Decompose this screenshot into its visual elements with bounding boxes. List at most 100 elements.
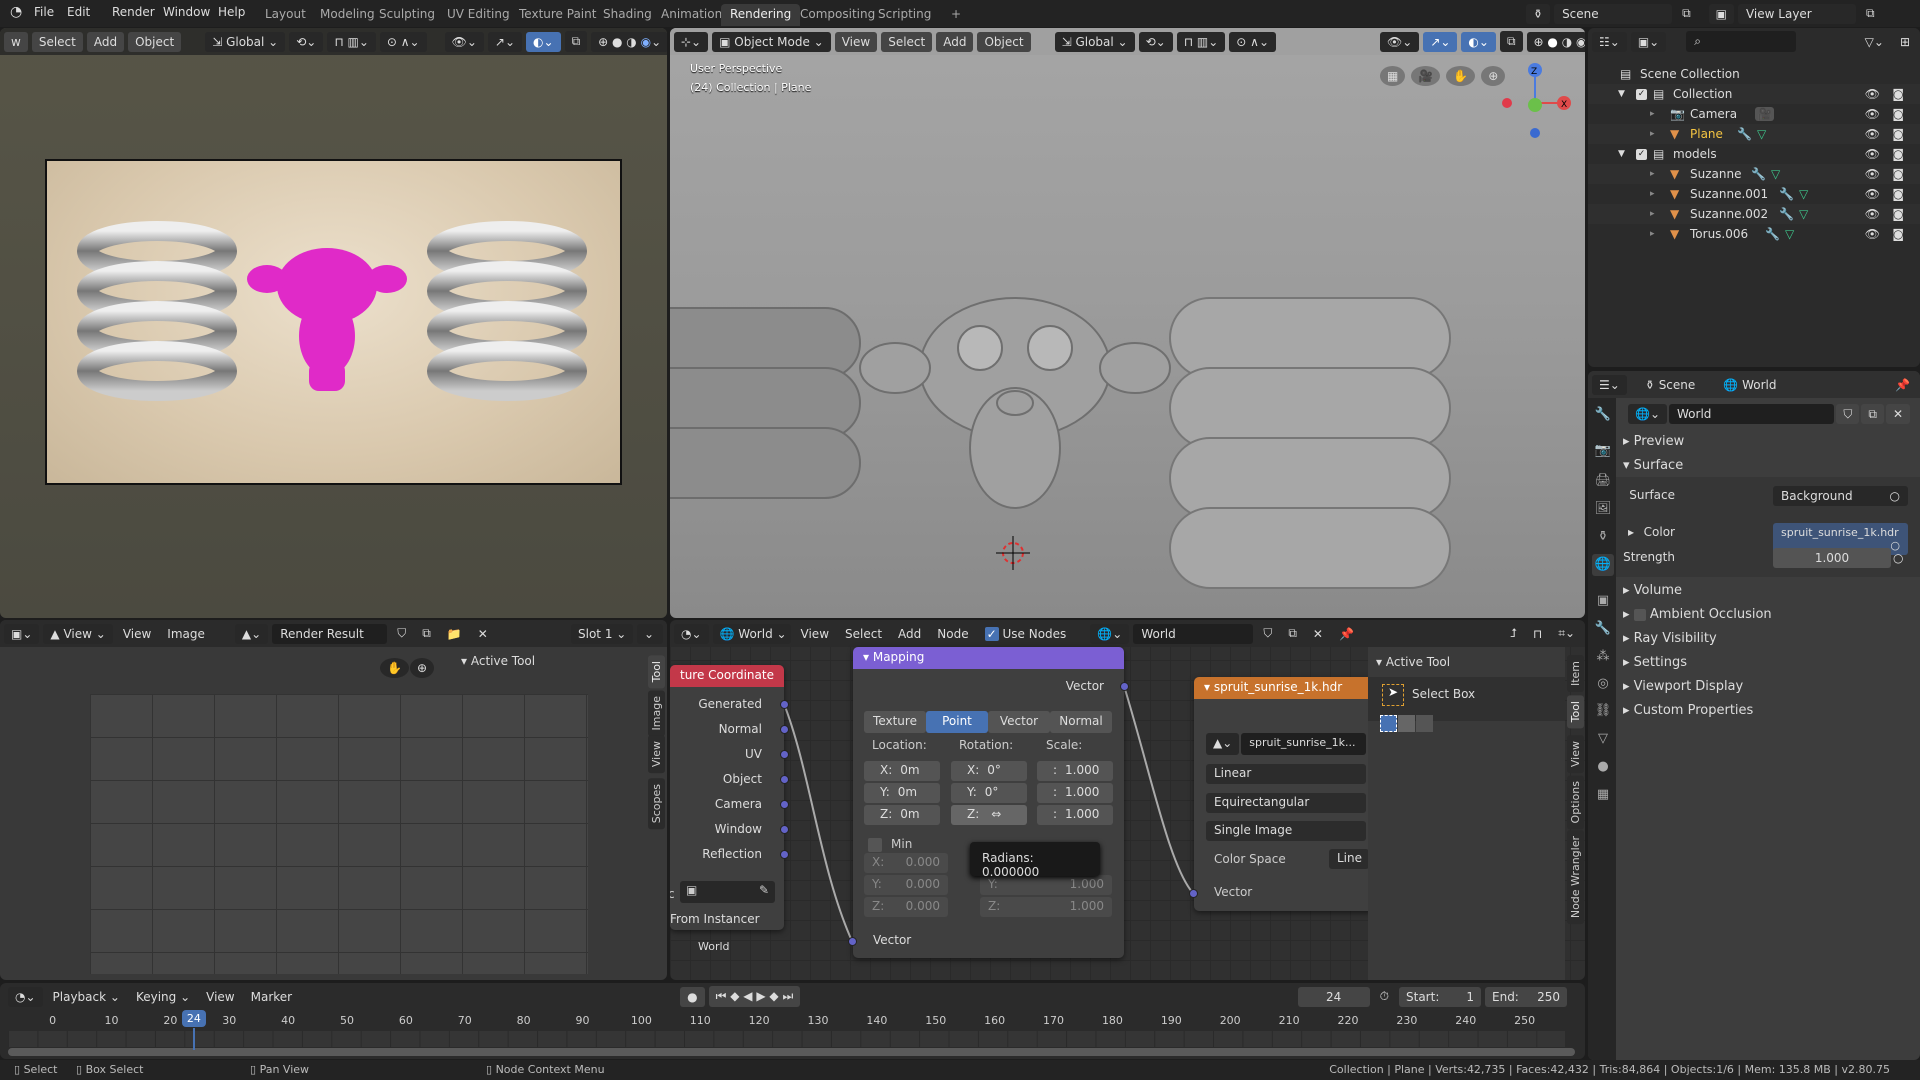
- mapping-scale-y-field[interactable]: :1.000: [1037, 783, 1113, 803]
- editor-type-icon[interactable]: ⊹⌄: [674, 31, 709, 52]
- camera-viewport[interactable]: w Select Add Object ⇲ Global ⌄ ⟲⌄ ⊓ ▥⌄ ⊙…: [0, 28, 667, 618]
- left-menu-select[interactable]: Select: [31, 31, 83, 52]
- physics-icon[interactable]: ◎: [1592, 673, 1614, 695]
- view-layer-icon[interactable]: 🖼: [1592, 498, 1614, 520]
- outliner-row[interactable]: ▸ ▼ Torus.006 🔧 ▽ 👁 ◙: [1588, 224, 1920, 244]
- outliner-item-label[interactable]: Scene Collection: [1640, 67, 1740, 81]
- start-frame-field[interactable]: Start: 1: [1399, 986, 1481, 1007]
- navigation-gizmo[interactable]: Z X: [1490, 58, 1580, 138]
- image-node-image-field[interactable]: spruit_sunrise_1k...: [1241, 733, 1366, 755]
- ao-checkbox[interactable]: [1633, 608, 1646, 621]
- mesh-data-icon[interactable]: ▽: [1799, 207, 1808, 221]
- menu-window[interactable]: Window: [163, 5, 210, 19]
- expand-arrow-icon[interactable]: ▸: [1650, 229, 1655, 239]
- outliner-item-label[interactable]: Torus.006: [1690, 227, 1748, 241]
- outliner-item-label[interactable]: Plane: [1690, 127, 1723, 141]
- overlay-icon[interactable]: ◐⌄: [1461, 31, 1496, 52]
- modifier-wrench-icon[interactable]: 🔧: [1765, 227, 1780, 241]
- visibility-eye-icon[interactable]: 👁: [1865, 187, 1880, 201]
- tex-coord-output-socket-reflection[interactable]: [780, 850, 789, 859]
- panel-custom-properties[interactable]: ▸ Custom Properties: [1623, 703, 1753, 718]
- mapping-min-z-field[interactable]: Z: 0.000: [864, 897, 948, 917]
- render-camera-icon[interactable]: ◙: [1892, 227, 1904, 241]
- filter-icon[interactable]: ▽⌄: [1859, 32, 1890, 52]
- grid-view-icon[interactable]: ▦: [1380, 66, 1406, 86]
- image-vector-input-socket[interactable]: [1189, 889, 1198, 898]
- image-sidebar-tab-scopes[interactable]: Scopes: [648, 778, 665, 830]
- unlink-world-icon[interactable]: ✕: [1885, 404, 1910, 424]
- particles-icon[interactable]: ⁂: [1592, 646, 1614, 668]
- viewport-menu-select[interactable]: Select: [881, 31, 933, 52]
- render-camera-icon[interactable]: ◙: [1892, 187, 1904, 201]
- menu-help[interactable]: Help: [218, 5, 245, 19]
- panel-settings[interactable]: ▸ Settings: [1623, 655, 1687, 670]
- visibility-eye-icon[interactable]: 👁: [1865, 87, 1880, 101]
- collection-checkbox[interactable]: ✓: [1636, 88, 1647, 100]
- render-camera-icon[interactable]: ◙: [1892, 107, 1904, 121]
- workspace-tab-animation[interactable]: Animation: [652, 4, 731, 26]
- mode-dropdown[interactable]: ▣ Object Mode ⌄: [712, 31, 831, 52]
- timeline-menu-view[interactable]: View: [200, 987, 240, 1007]
- expand-arrow-icon[interactable]: ▸: [1650, 109, 1655, 119]
- duplicate-world-icon[interactable]: ⧉: [1861, 404, 1884, 424]
- tex-coord-output-socket-uv[interactable]: [780, 750, 789, 759]
- left-menu-view[interactable]: w: [4, 31, 28, 52]
- mapping-type-texture[interactable]: Texture: [864, 711, 926, 733]
- proportional-icon[interactable]: ⊙ ∧⌄: [1229, 31, 1277, 52]
- image-editor[interactable]: ▣⌄ ▲ View ⌄ View Image ▲⌄ Render Result …: [0, 620, 667, 980]
- panel-viewport-display[interactable]: ▸ Viewport Display: [1623, 679, 1743, 694]
- mapping-type-point[interactable]: Point: [926, 711, 988, 733]
- image-node-header[interactable]: ▾ spruit_sunrise_1k.hdr: [1194, 677, 1374, 699]
- pan-hand-icon[interactable]: ✋: [1446, 66, 1476, 86]
- tex-coord-output-socket-generated[interactable]: [780, 700, 789, 709]
- mapping-location-z-field[interactable]: Z: 0m: [864, 805, 940, 825]
- gizmo-neg-z[interactable]: [1530, 128, 1540, 138]
- node-sidebar-tab-options[interactable]: Options: [1567, 775, 1584, 830]
- xray-icon[interactable]: ⧉: [564, 31, 588, 52]
- camera-view-icon[interactable]: 🎥: [1411, 66, 1441, 86]
- strength-field[interactable]: 1.000: [1773, 548, 1891, 568]
- gizmo-neg-x[interactable]: [1502, 98, 1512, 108]
- menu-render[interactable]: Render: [112, 5, 155, 19]
- pivot-icon[interactable]: ⟲⌄: [289, 31, 324, 52]
- workspace-tab-sculpting[interactable]: Sculpting: [370, 4, 444, 26]
- mesh-data-icon[interactable]: ▽: [1785, 227, 1794, 241]
- mapping-min-x-field[interactable]: X: 0.000: [864, 853, 948, 873]
- timeline-menu-playback[interactable]: Playback ⌄: [47, 987, 126, 1007]
- new-view-layer-icon[interactable]: ⧉: [1860, 3, 1881, 24]
- playhead-line[interactable]: [192, 1028, 195, 1050]
- timeline-menu-keying[interactable]: Keying ⌄: [130, 987, 196, 1007]
- expand-arrow-icon[interactable]: ▸: [1650, 189, 1655, 199]
- workspace-tab-texture-paint[interactable]: Texture Paint: [510, 4, 605, 26]
- visibility-icon[interactable]: 👁⌄: [444, 31, 484, 52]
- outliner-row[interactable]: ▸ ▼ Plane 🔧 ▽ 👁 ◙: [1588, 124, 1920, 144]
- mapping-type-normal[interactable]: Normal: [1050, 711, 1112, 733]
- slot-dropdown[interactable]: Slot 1 ⌄: [571, 623, 633, 644]
- outliner-row[interactable]: ▸ ▼ Suzanne.002 🔧 ▽ 👁 ◙: [1588, 204, 1920, 224]
- image-browse-icon[interactable]: ▲⌄: [234, 623, 269, 644]
- min-checkbox[interactable]: [868, 838, 882, 852]
- mapping-scale-x-field[interactable]: :1.000: [1037, 761, 1113, 781]
- timeline-track[interactable]: [8, 1031, 1565, 1047]
- image-sidebar-tab-view[interactable]: View: [648, 735, 665, 774]
- outliner-row[interactable]: ▼ ✓ ▤ models 👁 ◙: [1588, 144, 1920, 164]
- open-image-icon[interactable]: 📁: [441, 624, 468, 644]
- prev-keyframe-icon[interactable]: ◆: [730, 989, 739, 1003]
- orientation-dropdown[interactable]: ⇲ Global ⌄: [1054, 31, 1135, 52]
- mapping-location-x-field[interactable]: X: 0m: [864, 761, 940, 781]
- constraints-icon[interactable]: ⛓: [1592, 700, 1614, 722]
- panel-surface[interactable]: ▾ Surface: [1623, 458, 1683, 473]
- workspace-tab-shading[interactable]: Shading: [594, 4, 661, 26]
- world-name-field[interactable]: World: [1669, 404, 1835, 424]
- modifier-icon[interactable]: 🔧: [1592, 618, 1614, 640]
- image-sidebar-tab-tool[interactable]: Tool: [648, 655, 665, 689]
- view-layer-selector-icon[interactable]: ▣: [1708, 3, 1734, 24]
- node-active-tool-panel[interactable]: ▾ Active Tool: [1376, 655, 1450, 669]
- collection-checkbox[interactable]: ✓: [1636, 148, 1647, 160]
- node-sidebar-tab-node-wrangler[interactable]: Node Wrangler: [1567, 830, 1584, 925]
- render-icon[interactable]: 📷: [1592, 440, 1614, 462]
- outliner-row[interactable]: ▸ ▼ Suzanne 🔧 ▽ 👁 ◙: [1588, 164, 1920, 184]
- texture-icon[interactable]: ▦: [1592, 784, 1614, 806]
- interpolation-dropdown[interactable]: Linear: [1206, 764, 1366, 784]
- view-layer-field[interactable]: View Layer: [1737, 3, 1856, 24]
